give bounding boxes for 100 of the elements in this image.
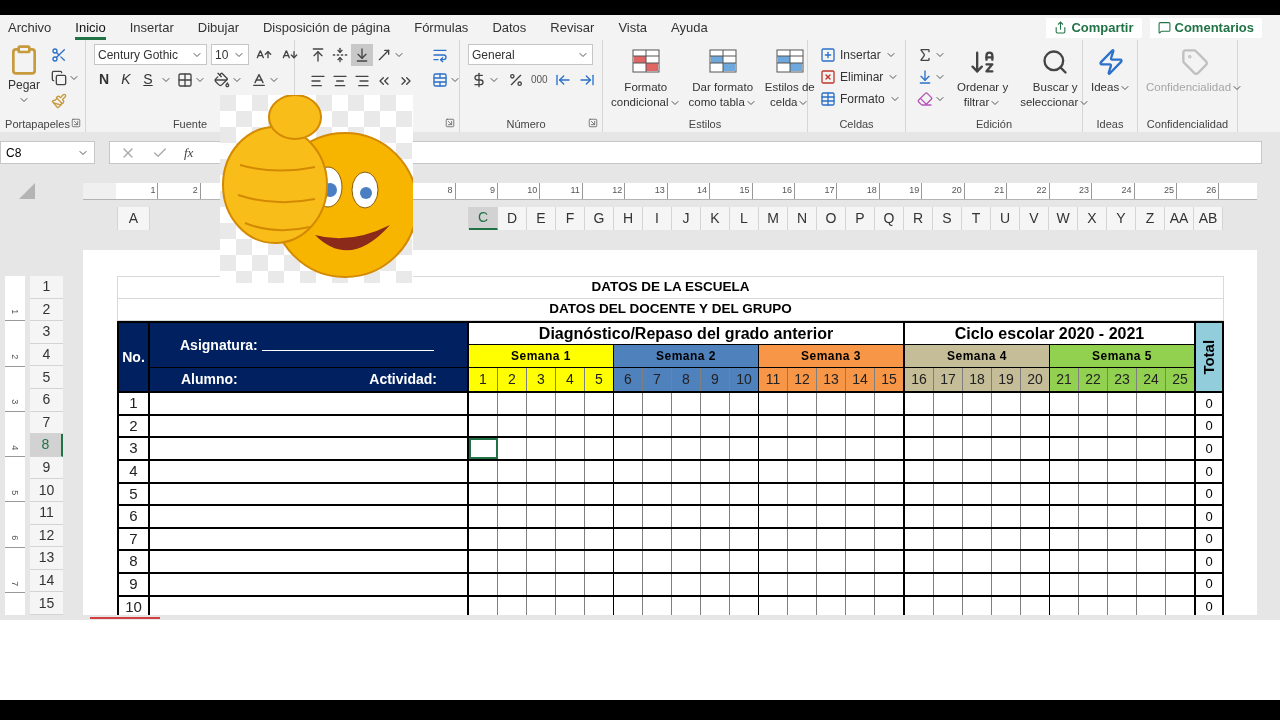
column-header[interactable]: G (585, 207, 614, 230)
column-header[interactable]: P (846, 207, 875, 230)
column-header[interactable]: R (904, 207, 933, 230)
align-top-icon (310, 47, 326, 63)
ruler-number: 2 (192, 184, 198, 198)
column-header[interactable]: T (962, 207, 991, 230)
font-size-dropdown[interactable]: 10 (211, 44, 249, 65)
column-header[interactable]: AA (1165, 207, 1194, 230)
active-cell[interactable] (469, 438, 498, 459)
column-header[interactable]: M (759, 207, 788, 230)
column-header[interactable]: O (817, 207, 846, 230)
styles-button[interactable]: Dar formato como tabla (684, 44, 761, 110)
cells-button[interactable]: Eliminar (820, 66, 901, 87)
ruler-number: 15 (739, 184, 750, 198)
column-header[interactable]: I (643, 207, 672, 230)
row-header[interactable]: 15 (30, 592, 63, 615)
day-number-cell: 16 (905, 368, 934, 392)
column-header[interactable]: A (117, 207, 150, 230)
row-header[interactable]: 14 (30, 569, 63, 593)
column-header[interactable]: Q (875, 207, 904, 230)
styles-button[interactable]: Estilos de celda (760, 44, 819, 110)
column-header[interactable]: V (1020, 207, 1049, 230)
group-label: Edición (975, 118, 1013, 130)
ribbon-tab[interactable]: Revisar (550, 15, 595, 40)
cells-button[interactable]: Insertar (820, 44, 901, 65)
column-header[interactable]: D (498, 207, 527, 230)
comments-button[interactable]: Comentarios (1149, 17, 1262, 38)
column-header[interactable]: J (672, 207, 701, 230)
column-header[interactable]: C (469, 207, 498, 230)
row-header[interactable]: 2 (30, 298, 63, 322)
ruler-number: 3 (9, 399, 22, 405)
group-label: Ideas (1096, 118, 1124, 130)
ribbon-tab[interactable]: Dibujar (197, 15, 239, 40)
row-header[interactable]: 6 (30, 388, 63, 412)
day-number-cell: 21 (1050, 368, 1079, 392)
ribbon-tab[interactable]: Archivo (8, 15, 52, 40)
row-header[interactable]: 10 (30, 479, 63, 502)
styles-button[interactable]: Formato condicional (607, 44, 685, 110)
ruler-number: 17 (824, 184, 835, 198)
cells-button[interactable]: Formato (820, 88, 901, 109)
ruler-number: 16 (782, 184, 792, 198)
day-number-cell: 17 (934, 368, 963, 392)
row-header[interactable]: 1 (30, 276, 63, 299)
ruler-number: 25 (1163, 184, 1174, 198)
ribbon-tab[interactable]: Ayuda (671, 15, 708, 40)
column-header[interactable]: F (556, 207, 585, 230)
insert-cells-icon (820, 46, 836, 63)
week-header: Semana 5 (1050, 345, 1194, 369)
delete-cells-icon (820, 68, 836, 85)
week-header: Semana 4 (905, 345, 1049, 369)
row-header[interactable]: 7 (30, 411, 63, 435)
column-header[interactable]: L (730, 207, 759, 230)
column-header[interactable]: AB (1194, 207, 1223, 230)
group-label: Número (506, 118, 546, 130)
column-header[interactable]: U (991, 207, 1020, 230)
ribbon-tab[interactable]: Datos (492, 15, 527, 40)
row-header[interactable]: 9 (30, 456, 63, 480)
row-header[interactable]: 13 (30, 547, 63, 570)
total-cell-text: 0 (1204, 439, 1214, 458)
ribbon-tab[interactable]: Vista (618, 15, 648, 40)
share-icon (1054, 21, 1068, 34)
day-number-cell: 25 (1166, 368, 1194, 392)
ribbon-tab[interactable]: Fórmulas (414, 15, 469, 40)
column-header[interactable]: Y (1107, 207, 1136, 230)
column-header[interactable]: H (614, 207, 643, 230)
name-box[interactable]: C8 (0, 141, 95, 164)
total-cell-text: 0 (1204, 507, 1214, 526)
column-header[interactable]: S (933, 207, 962, 230)
row-header[interactable]: 12 (30, 524, 63, 548)
day-number-cell: 3 (527, 368, 556, 392)
day-number-cell: 2 (498, 368, 527, 392)
vertical-align-button[interactable] (351, 44, 373, 66)
column-header[interactable]: Z (1136, 207, 1165, 230)
column-header[interactable]: X (1078, 207, 1107, 230)
row-header[interactable]: 8 (30, 434, 63, 457)
insert-function-button[interactable]: fx (184, 142, 194, 163)
bold-button[interactable]: N (94, 69, 114, 90)
font-name-dropdown[interactable]: Century Gothic (94, 44, 207, 65)
paste-button[interactable]: Pegar (4, 44, 41, 111)
column-header[interactable]: W (1049, 207, 1078, 230)
editing-button[interactable]: Ordenar y filtrar (953, 44, 1013, 110)
font-color-icon (251, 71, 267, 88)
italic-button[interactable]: K (116, 69, 136, 90)
group-label: Fuente (172, 118, 208, 130)
column-header[interactable]: E (527, 207, 556, 230)
ruler-number: 11 (570, 184, 580, 198)
row-header[interactable]: 11 (30, 501, 63, 525)
share-button[interactable]: Compartir (1046, 17, 1142, 38)
thousands-button[interactable]: 000 (529, 72, 550, 87)
ribbon-tab[interactable]: Disposición de página (263, 15, 391, 40)
row-header[interactable]: 5 (30, 366, 63, 389)
column-header[interactable]: K (701, 207, 730, 230)
activity-label: Actividad: (369, 370, 437, 390)
day-number-cell: 11 (759, 368, 788, 392)
ribbon-tab[interactable]: Insertar (129, 15, 174, 40)
number-format-dropdown[interactable]: General (468, 44, 593, 65)
underline-button[interactable]: S (138, 69, 158, 90)
row-header[interactable]: 3 (30, 321, 63, 344)
column-header[interactable]: N (788, 207, 817, 230)
row-header[interactable]: 4 (30, 343, 63, 367)
